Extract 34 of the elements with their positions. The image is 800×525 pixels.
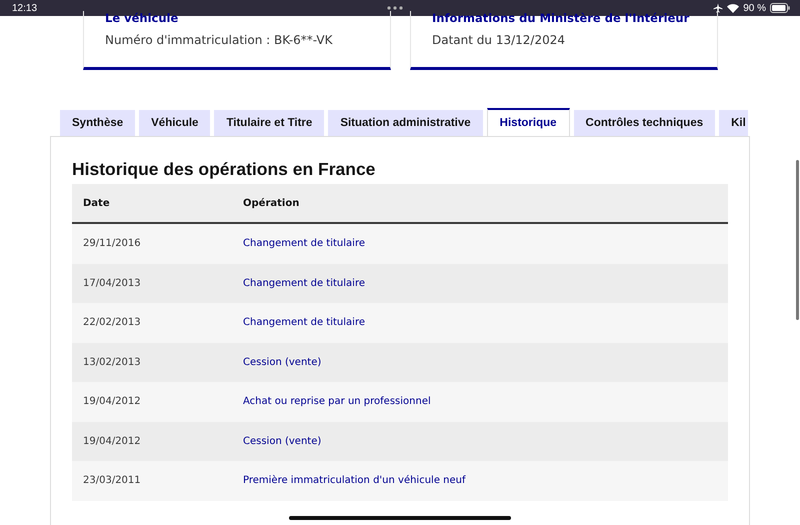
date-cell: 29/11/2016: [72, 223, 243, 264]
tab[interactable]: Synthèse: [60, 110, 136, 136]
operation-link[interactable]: Cession (vente): [243, 342, 728, 382]
airplane-icon: [713, 3, 724, 13]
operation-link[interactable]: Changement de titulaire: [243, 264, 728, 303]
tab[interactable]: Kil: [719, 110, 748, 136]
operation-link[interactable]: Achat ou reprise par un professionnel: [243, 382, 728, 422]
date-cell: 19/04/2012: [72, 422, 243, 461]
operation-link[interactable]: Changement de titulaire: [243, 223, 728, 264]
battery-percent: 90 %: [743, 2, 766, 14]
more-icon: [387, 6, 404, 10]
tab[interactable]: Contrôles techniques: [574, 110, 716, 136]
section-title: Historique des opérations en France: [72, 159, 376, 180]
date-cell: 17/04/2013: [72, 264, 243, 303]
tab[interactable]: Titulaire et Titre: [214, 110, 324, 136]
date-cell: 22/02/2013: [72, 303, 243, 342]
date-cell: 13/02/2013: [72, 342, 243, 382]
card-text: Numéro d'immatriculation : BK-6**-VK: [105, 33, 334, 47]
date-cell: 19/04/2012: [72, 382, 243, 422]
tab[interactable]: Situation administrative: [328, 110, 483, 136]
wifi-icon: [727, 4, 740, 12]
card-text: Datant du 13/12/2024: [432, 33, 566, 47]
battery-icon: [770, 3, 790, 13]
operation-link[interactable]: Cession (vente): [243, 422, 728, 461]
tab[interactable]: Historique: [486, 108, 570, 136]
operation-link[interactable]: Changement de titulaire: [243, 303, 728, 342]
clock: 12:13: [12, 2, 38, 14]
tab[interactable]: Véhicule: [139, 110, 210, 136]
scrollbar[interactable]: [796, 160, 799, 320]
column-header: Date: [72, 184, 243, 223]
column-header: Opération: [243, 184, 728, 223]
date-cell: 23/03/2011: [72, 461, 243, 500]
home-indicator[interactable]: [289, 516, 511, 520]
operation-link[interactable]: Première immatriculation d'un véhicule neuf: [243, 461, 728, 500]
